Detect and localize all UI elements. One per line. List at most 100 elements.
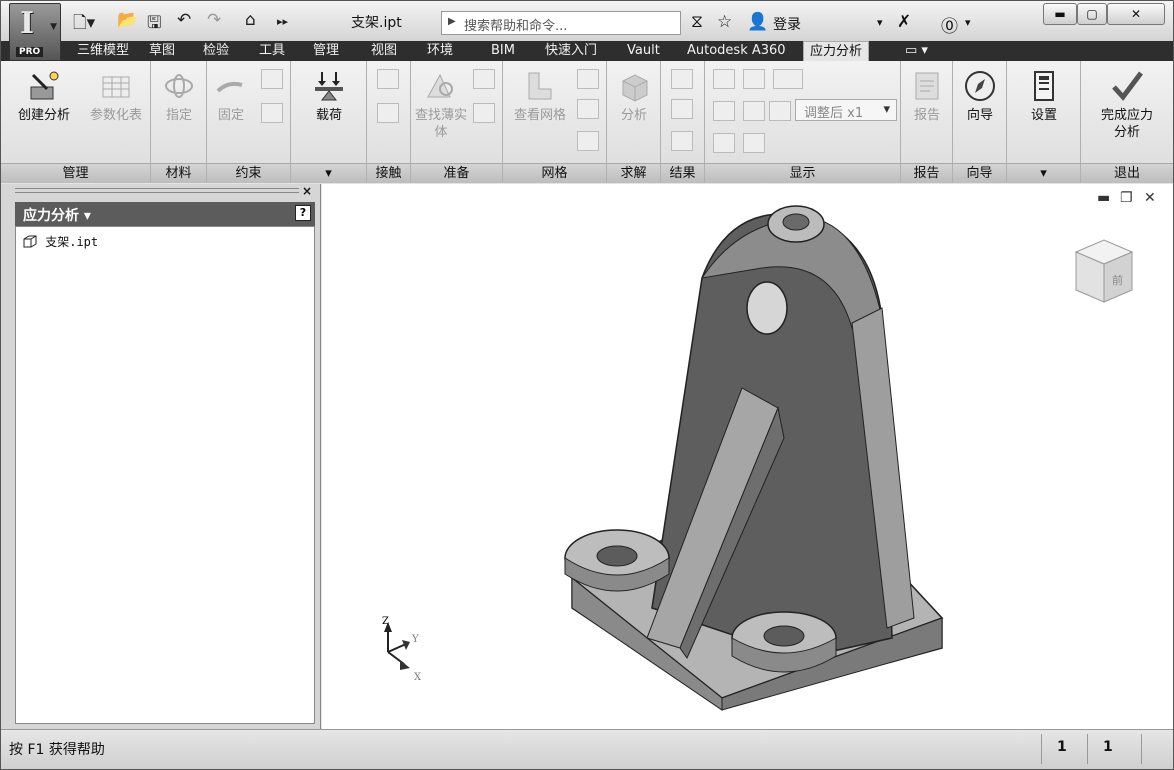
create-analysis-button[interactable]: 创建分析 — [11, 69, 77, 124]
analyze-button[interactable]: 分析 — [611, 69, 657, 124]
tab-vault[interactable]: Vault — [627, 41, 660, 61]
fixed-label: 固定 — [217, 108, 244, 123]
panel-report-label: 报告 — [901, 163, 952, 183]
mesh-settings-icon[interactable] — [577, 69, 599, 89]
tab-tools[interactable]: 工具 — [259, 41, 285, 61]
max-value-icon[interactable] — [713, 101, 735, 121]
finish-label: 完成应力分析 — [1100, 108, 1153, 140]
report-button[interactable]: 报告 — [905, 69, 949, 124]
tab-stress-analysis[interactable]: 应力分析 — [803, 41, 870, 61]
frictionless-constraint-icon[interactable] — [261, 103, 283, 123]
smooth-shading-icon[interactable] — [743, 69, 765, 89]
loads-button[interactable]: 载荷 — [299, 69, 359, 124]
local-mesh-icon[interactable] — [577, 99, 599, 119]
redo-icon[interactable]: ↷ — [207, 10, 221, 30]
auto-contact-icon[interactable] — [377, 69, 399, 89]
displacement-scale-select[interactable]: 调整后 x1 ▾ — [795, 99, 897, 121]
guide-label: 向导 — [966, 108, 993, 123]
tab-view[interactable]: 视图 — [371, 41, 397, 61]
tab-bim[interactable]: BIM — [491, 41, 515, 61]
exchange-apps-icon[interactable]: ✗ — [897, 12, 911, 32]
tree-item-part[interactable]: 支架.ipt — [22, 233, 98, 250]
star-icon[interactable]: ☆ — [717, 12, 732, 32]
tab-sketch[interactable]: 草图 — [149, 41, 175, 61]
probe-icon[interactable] — [671, 99, 693, 119]
save-icon[interactable]: 🖫 — [147, 10, 161, 39]
pro-badge: PRO — [16, 47, 44, 57]
tree-item-label: 支架.ipt — [45, 235, 99, 249]
convergence-plot-icon[interactable] — [671, 131, 693, 151]
load-glyph-icon[interactable] — [713, 133, 735, 153]
finish-stress-analysis-button[interactable]: 完成应力分析 — [1085, 69, 1169, 141]
pin-constraint-icon[interactable] — [261, 69, 283, 89]
settings-button[interactable]: 设置 — [1019, 69, 1069, 124]
tab-autodesk-a360[interactable]: Autodesk A360 — [687, 41, 786, 61]
manual-contact-icon[interactable] — [377, 103, 399, 123]
help-icon[interactable]: ? — [295, 205, 311, 221]
tab-manage[interactable]: 管理 — [313, 41, 339, 61]
tab-3d-model[interactable]: 三维模型 — [77, 41, 129, 61]
midsurface-icon[interactable] — [473, 103, 495, 123]
panel-result: 结果 — [661, 61, 705, 183]
viewport-minimize-icon[interactable]: ▬ — [1097, 190, 1110, 206]
search-input[interactable]: ▶ 搜索帮助和命令... — [441, 11, 681, 35]
show-mesh-icon[interactable] — [773, 69, 803, 89]
login-link[interactable]: 登录 — [773, 14, 801, 34]
view-mesh-icon — [528, 72, 552, 100]
search-expand-icon: ▶ — [448, 16, 456, 27]
panel-display-label: 显示 — [705, 163, 900, 183]
application-menu-button[interactable]: I ▼ PRO — [9, 3, 61, 61]
status-count-1: 1 — [1057, 739, 1067, 755]
home-icon[interactable]: ⌂ — [245, 10, 256, 30]
browser-tree: 支架.ipt — [15, 226, 315, 724]
check-icon — [1112, 71, 1143, 101]
assign-material-button[interactable]: 指定 — [155, 69, 203, 124]
tab-overflow-icon[interactable]: ▭ ▾ — [905, 41, 928, 61]
user-icon[interactable]: 👤 — [747, 12, 768, 32]
help-icon[interactable]: ⓪ — [941, 12, 958, 37]
login-dropdown-icon[interactable]: ▾ — [877, 16, 883, 29]
close-button[interactable]: ✕ — [1107, 3, 1165, 25]
open-icon[interactable]: 📂 — [117, 10, 138, 30]
probe-label-icon[interactable] — [743, 133, 765, 153]
panel-contact-label: 接触 — [367, 163, 410, 183]
panel-report: 报告 报告 — [901, 61, 953, 183]
animate-icon[interactable] — [671, 69, 693, 89]
help-dropdown-icon[interactable]: ▾ — [965, 16, 971, 29]
overflow-icon[interactable]: ▸▸ — [277, 15, 288, 28]
status-separator — [1141, 734, 1142, 764]
guide-button[interactable]: 向导 — [957, 69, 1003, 124]
tab-inspect[interactable]: 检验 — [203, 41, 229, 61]
status-separator — [1041, 734, 1042, 764]
parameter-table-button[interactable]: 参数化表 — [83, 69, 149, 124]
boundary-icon[interactable] — [769, 101, 791, 121]
new-icon[interactable]: 🗋▾ — [73, 10, 95, 39]
panel-solve-label: 求解 — [607, 163, 660, 183]
viewport-close-icon[interactable]: ✕ — [1144, 190, 1156, 206]
status-bar: 按 F1 获得帮助 1 1 — [1, 729, 1173, 769]
inventor-logo-icon: I — [20, 6, 35, 41]
fixed-constraint-button[interactable]: 固定 — [209, 69, 253, 124]
color-bar-icon[interactable] — [713, 69, 735, 89]
simplify-icon[interactable] — [473, 69, 495, 89]
app-window: I ▼ PRO 🗋▾ 📂 🖫 ↶ ↷ ⌂ ▸▸ 支架.ipt ▶ 搜索帮助和命令… — [0, 0, 1174, 770]
min-value-icon[interactable] — [743, 101, 765, 121]
tab-getting-started[interactable]: 快速入门 — [545, 41, 597, 61]
report-icon — [915, 72, 939, 100]
viewport-restore-icon[interactable]: ❐ — [1120, 190, 1133, 206]
viewcube-icon[interactable]: 前 — [1070, 234, 1138, 308]
find-thin-bodies-button[interactable]: 查找薄实体 — [413, 69, 469, 141]
maximize-button[interactable]: ▢ — [1077, 3, 1107, 25]
view-mesh-button[interactable]: 查看网格 — [507, 69, 573, 124]
browser-header[interactable]: 应力分析 ▾ ? — [15, 202, 315, 226]
graphics-viewport[interactable]: ▬ ❐ ✕ 前 Z Y X — [322, 184, 1173, 729]
convergence-icon[interactable] — [577, 131, 599, 151]
tab-environment[interactable]: 环境 — [427, 41, 453, 61]
find-thin-bodies-label: 查找薄实体 — [414, 108, 467, 140]
close-icon[interactable]: × — [302, 184, 312, 198]
bracket-model[interactable] — [552, 198, 952, 718]
minimize-button[interactable]: ▬ — [1043, 3, 1077, 25]
communication-icon[interactable]: ⧖ — [691, 12, 703, 32]
panel-grip[interactable] — [15, 188, 299, 193]
undo-icon[interactable]: ↶ — [177, 10, 191, 30]
